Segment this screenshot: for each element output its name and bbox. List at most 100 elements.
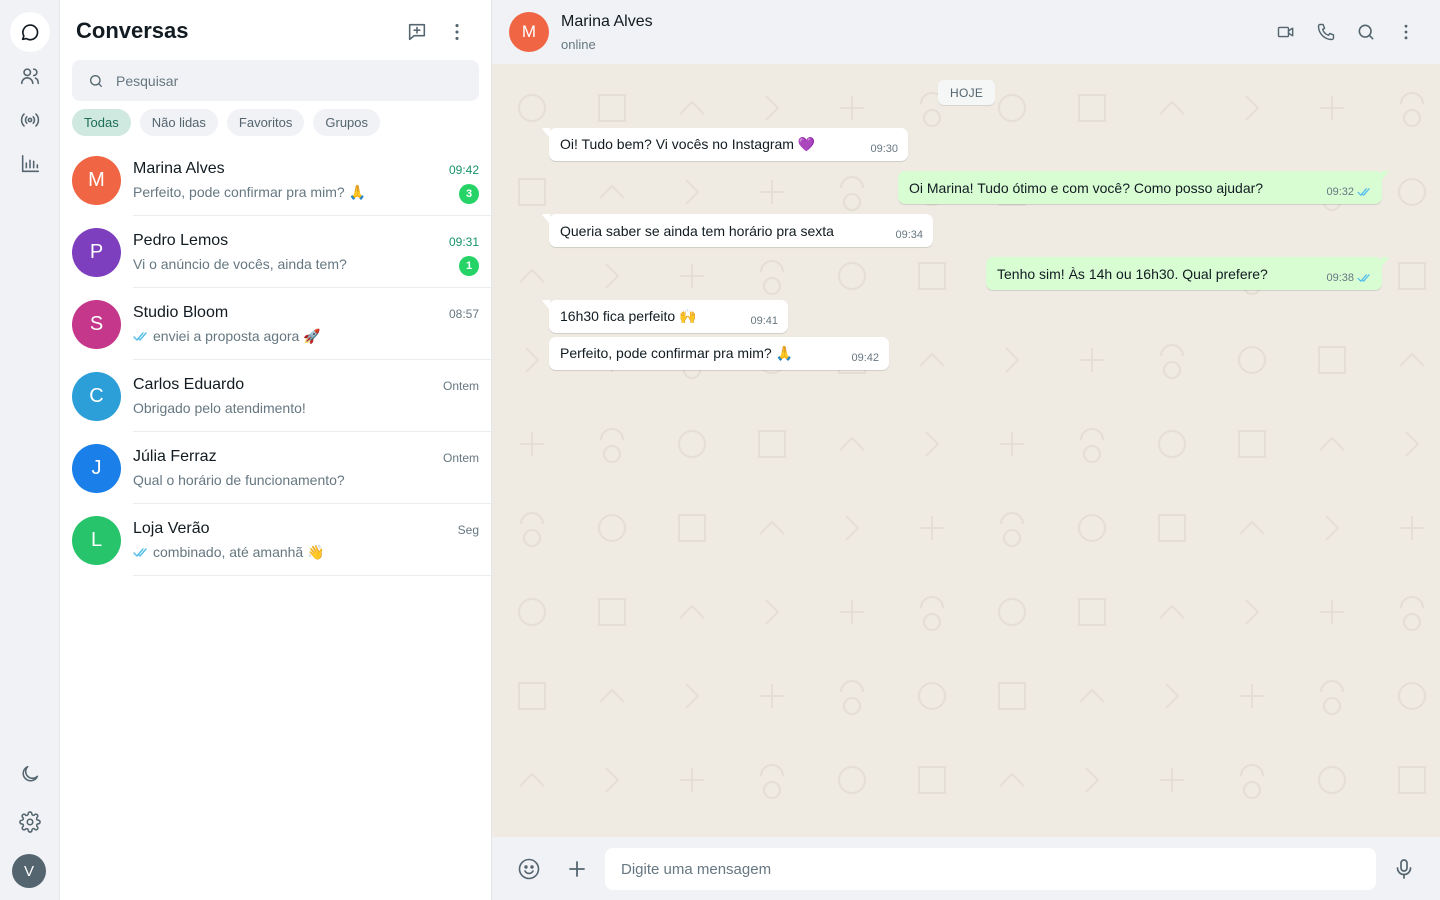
reports-nav-button[interactable] [10, 144, 50, 184]
message-meta: 09:38 [1326, 272, 1372, 284]
chat-preview: Obrigado pelo atendimento! [133, 400, 306, 416]
message-meta: 09:41 [750, 315, 778, 327]
conversation-panel: M Marina Alves online HOJE Oi! Tudo bem?… [492, 0, 1440, 900]
message-time: 09:30 [870, 143, 898, 155]
video-call-button[interactable] [1274, 20, 1298, 44]
message-text: Oi Marina! Tudo ótimo e com você? Como p… [909, 179, 1264, 196]
chat-avatar: P [72, 228, 121, 277]
message-time: 09:32 [1326, 186, 1354, 198]
broadcast-nav-button[interactable] [10, 100, 50, 140]
chat-avatar: S [72, 300, 121, 349]
message-text: Queria saber se ainda tem horário pra se… [560, 222, 834, 239]
contact-status: online [561, 37, 596, 52]
chat-list-item[interactable]: J Júlia Ferraz Ontem Qual o horário de func… [60, 432, 491, 504]
filter-chip-groups[interactable]: Grupos [313, 109, 381, 136]
chat-preview-text: combinado, até amanhã 👋 [153, 544, 325, 560]
message-text: 16h30 fica perfeito 🙌 [560, 308, 697, 324]
chat-item-body: Marina Alves 09:42 Perfeito, pode confirma… [133, 144, 491, 216]
search-bar[interactable] [72, 60, 479, 101]
new-chat-button[interactable] [402, 17, 432, 47]
contact-name[interactable]: Marina Alves [561, 13, 653, 31]
chat-avatar: C [72, 372, 121, 421]
video-camera-icon [1277, 26, 1294, 38]
moon-icon [22, 765, 39, 782]
chat-preview-text: enviei a proposta agora 🚀 [153, 328, 321, 344]
incoming-message[interactable]: Queria saber se ainda tem horário pra se… [542, 214, 933, 247]
voice-call-button[interactable] [1314, 20, 1338, 44]
message-input[interactable] [605, 848, 1376, 890]
message-text: Tenho sim! Às 14h ou 16h30. Qual prefere… [997, 265, 1268, 282]
chat-preview: Qual o horário de funcionamento? [133, 472, 345, 488]
search-icon [90, 74, 102, 87]
outgoing-message[interactable]: Tenho sim! Às 14h ou 16h30. Qual prefere… [986, 257, 1389, 290]
chat-name: Loja Verão [133, 520, 210, 537]
read-ticks-icon [133, 548, 147, 557]
bubble-tail [542, 214, 550, 224]
chat-avatar: M [72, 156, 121, 205]
chat-time: Ontem [442, 379, 479, 393]
filter-chip-unread[interactable]: Não lidas [139, 109, 218, 136]
incoming-message[interactable]: Perfeito, pode confirmar pra mim? 🙏 09:42 [549, 337, 889, 370]
user-avatar[interactable]: V [12, 854, 46, 888]
chat-time: 09:31 [448, 235, 479, 249]
chat-preview: Perfeito, pode confirmar pra mim? 🙏 [133, 184, 366, 201]
outgoing-message[interactable]: Oi Marina! Tudo ótimo e com você? Como p… [898, 171, 1389, 204]
chat-list-item[interactable]: S Studio Bloom 08:57 enviei a proposta agor… [60, 288, 491, 360]
chat-list-item[interactable]: L Loja Verão Seg combinado, até amanhã 👋 [60, 504, 491, 576]
chat-list-item[interactable]: C Carlos Eduardo Ontem Obrigado pelo atendi… [60, 360, 491, 432]
chat-list-item[interactable]: M Marina Alves 09:42 Perfeito, pode confirm… [60, 144, 491, 216]
filter-chip-all[interactable]: Todas [72, 109, 131, 136]
read-ticks-icon [1357, 188, 1370, 196]
message-meta: 09:34 [895, 229, 923, 241]
phone-icon [1317, 23, 1335, 41]
chat-item-body: Júlia Ferraz Ontem Qual o horário de funci… [133, 432, 491, 504]
conversation-menu-button[interactable] [1394, 20, 1418, 44]
message-area[interactable]: HOJE Oi! Tudo bem? Vi vocês no Instagram… [492, 64, 1440, 837]
attach-button[interactable] [564, 856, 590, 882]
bubble-tail [542, 300, 550, 310]
chat-time: 09:42 [448, 163, 479, 177]
voice-message-button[interactable] [1391, 856, 1417, 882]
broadcast-icon [20, 113, 40, 127]
sidebar-menu-button[interactable] [442, 17, 472, 47]
chat-item-body: Studio Bloom 08:57 enviei a proposta agora… [133, 288, 491, 360]
settings-nav-button[interactable] [10, 802, 50, 842]
emoji-icon [518, 858, 540, 880]
chat-preview-text: Vi o anúncio de vocês, ainda tem? [133, 256, 347, 272]
incoming-message[interactable]: 16h30 fica perfeito 🙌 09:41 [542, 300, 788, 333]
chat-preview: combinado, até amanhã 👋 [133, 544, 325, 561]
chat-item-body: Carlos Eduardo Ontem Obrigado pelo atendim… [133, 360, 491, 432]
message-time: 09:34 [895, 229, 923, 241]
filter-chip-favorites[interactable]: Favoritos [226, 109, 305, 136]
incoming-message[interactable]: Oi! Tudo bem? Vi vocês no Instagram 💜 09:… [542, 128, 908, 161]
conversation-header: M Marina Alves online [492, 0, 1440, 64]
message-text: Perfeito, pode confirmar pra mim? 🙏 [560, 345, 793, 361]
chats-nav-button[interactable] [10, 12, 50, 52]
bubble-tail [1381, 171, 1389, 181]
chat-name: Pedro Lemos [133, 232, 229, 249]
kebab-menu-icon [455, 24, 459, 40]
chat-name: Marina Alves [133, 160, 225, 177]
chat-list-item[interactable]: P Pedro Lemos 09:31 Vi o anúncio de vocês, … [60, 216, 491, 288]
filter-chips: Todas Não lidas Favoritos Grupos [72, 109, 381, 136]
theme-toggle-button[interactable] [10, 754, 50, 794]
chat-preview-text: Qual o horário de funcionamento? [133, 472, 345, 488]
gear-icon [19, 811, 41, 833]
contacts-nav-button[interactable] [10, 56, 50, 96]
emoji-button[interactable] [516, 856, 542, 882]
chat-name: Júlia Ferraz [133, 448, 217, 465]
message-time: 09:42 [851, 352, 879, 364]
read-ticks-icon [133, 332, 147, 341]
bubble-tail [542, 128, 550, 138]
contact-avatar[interactable]: M [509, 12, 549, 52]
search-conversation-button[interactable] [1354, 20, 1378, 44]
chat-preview-text: Perfeito, pode confirmar pra mim? 🙏 [133, 184, 366, 200]
chat-time: Ontem [442, 451, 479, 465]
message-composer [492, 837, 1440, 900]
chat-name: Studio Bloom [133, 304, 229, 321]
search-input[interactable] [116, 72, 456, 89]
search-icon [1358, 24, 1374, 40]
chat-item-body: Loja Verão Seg combinado, até amanhã 👋 [133, 504, 491, 576]
chat-item-body: Pedro Lemos 09:31 Vi o anúncio de vocês, a… [133, 216, 491, 288]
kebab-menu-icon [1404, 24, 1408, 40]
